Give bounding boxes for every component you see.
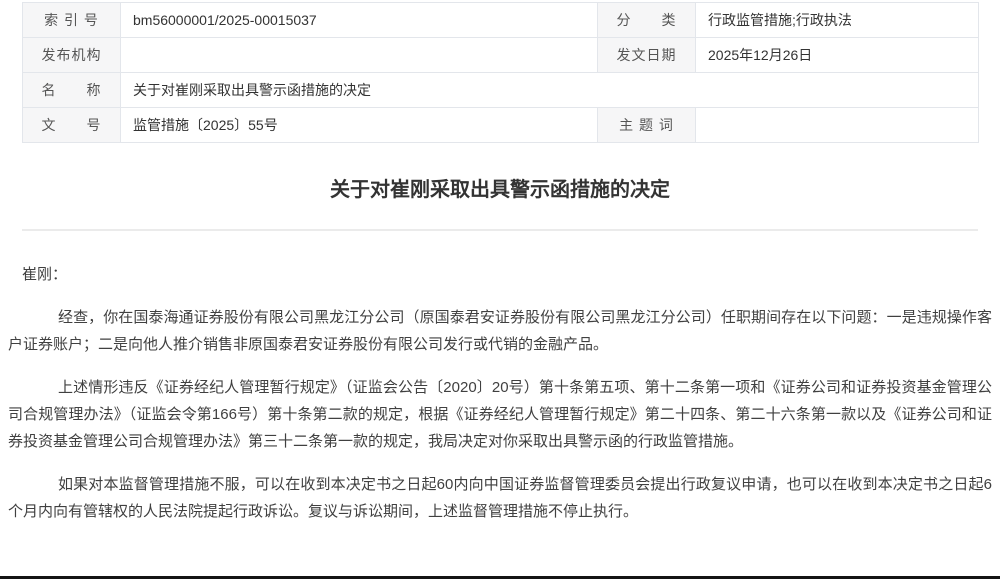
body-paragraph-3: 如果对本监督管理措施不服，可以在收到本决定书之日起60内向中国证券监督管理委员会… xyxy=(8,476,992,520)
publisher-label: 发布机构 xyxy=(22,37,121,73)
index-number-value: bm56000001/2025-00015037 xyxy=(120,2,598,38)
category-value: 行政监管措施;行政执法 xyxy=(695,2,979,38)
table-row: 文 号 监管措施〔2025〕55号 主 题 词 xyxy=(22,107,979,143)
pub-date-label: 发文日期 xyxy=(597,37,696,73)
footer-edge-bar xyxy=(0,576,1000,579)
name-label: 名 称 xyxy=(22,72,121,108)
title-divider xyxy=(22,229,978,231)
doc-number-label: 文 号 xyxy=(22,107,121,143)
table-row: 发布机构 发文日期 2025年12月26日 xyxy=(22,37,979,73)
body-paragraph-2: 上述情形违反《证券经纪人管理暂行规定》（证监会公告〔2020〕20号）第十条第五… xyxy=(8,379,992,450)
doc-number-value: 监管措施〔2025〕55号 xyxy=(120,107,598,143)
subject-words-value xyxy=(695,107,979,143)
table-row: 索 引 号 bm56000001/2025-00015037 分 类 行政监管措… xyxy=(22,2,979,38)
document-body: 崔刚： 经查，你在国泰海通证券股份有限公司黑龙江分公司（原国泰君安证券股份有限公… xyxy=(8,261,992,525)
document-page: { "colors": { "table_border": "#e3e6eb",… xyxy=(0,0,1000,581)
document-meta-table: 索 引 号 bm56000001/2025-00015037 分 类 行政监管措… xyxy=(22,2,979,143)
table-row: 名 称 关于对崔刚采取出具警示函措施的决定 xyxy=(22,72,979,108)
subject-words-label: 主 题 词 xyxy=(597,107,696,143)
category-label: 分 类 xyxy=(597,2,696,38)
page-title: 关于对崔刚采取出具警示函措施的决定 xyxy=(330,179,670,201)
body-paragraph-1: 经查，你在国泰海通证券股份有限公司黑龙江分公司（原国泰君安证券股份有限公司黑龙江… xyxy=(8,309,992,353)
publisher-value xyxy=(120,37,598,73)
salutation: 崔刚： xyxy=(22,266,68,283)
name-value: 关于对崔刚采取出具警示函措施的决定 xyxy=(120,72,979,108)
index-number-label: 索 引 号 xyxy=(22,2,121,38)
pub-date-value: 2025年12月26日 xyxy=(695,37,979,73)
